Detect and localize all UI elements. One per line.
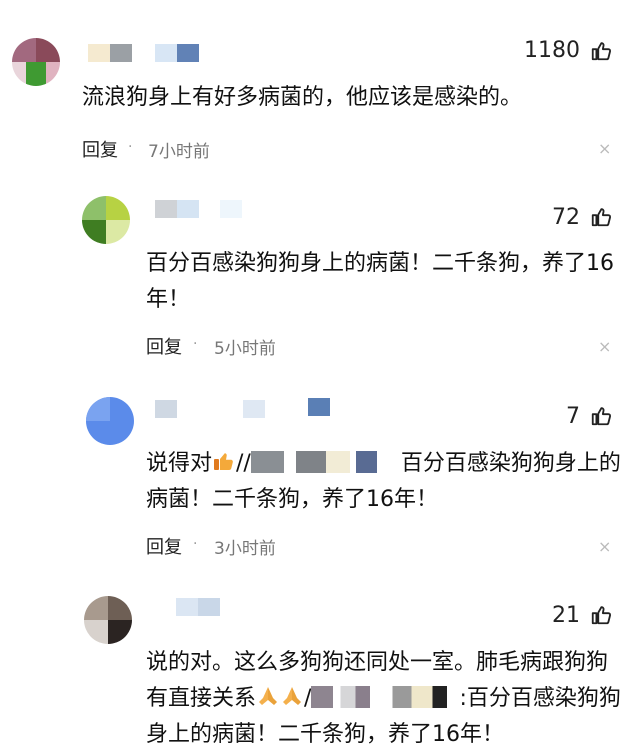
- avatar[interactable]: [82, 196, 130, 244]
- comment-text: 百分百感染狗狗身上的病菌！二千条狗，养了16年！: [146, 251, 614, 312]
- avatar[interactable]: [12, 38, 60, 86]
- timestamp: 7小时前: [148, 142, 210, 162]
- praying-hands-icon: [280, 684, 304, 708]
- comment-text: 说的对。这么多狗狗还同处一室。肺毛病跟狗狗有直接关系 /:百分百感染狗狗身上的病菌…: [146, 645, 626, 753]
- close-icon[interactable]: ×: [598, 537, 611, 556]
- avatar[interactable]: [86, 397, 134, 445]
- like-count: 7: [566, 404, 580, 429]
- comment-text-separator: //: [236, 451, 251, 476]
- separator-dot: ·: [128, 139, 133, 155]
- like-count: 1180: [524, 38, 580, 63]
- comment-text: 流浪狗身上有好多病菌的，他应该是感染的。: [82, 85, 523, 110]
- close-icon[interactable]: ×: [598, 139, 611, 158]
- thumbs-up-icon[interactable]: [590, 604, 612, 626]
- separator-dot: ·: [193, 336, 198, 352]
- reply-button[interactable]: 回复: [146, 333, 182, 359]
- separator-dot: ·: [193, 536, 198, 552]
- thumbs-up-icon[interactable]: [590, 206, 612, 228]
- username-mosaic[interactable]: [250, 451, 401, 473]
- thumbs-up-icon[interactable]: [590, 40, 612, 62]
- avatar[interactable]: [84, 596, 132, 644]
- reply-button[interactable]: 回复: [82, 136, 118, 162]
- close-icon[interactable]: ×: [598, 337, 611, 356]
- thumbs-up-emoji-icon: [212, 449, 236, 473]
- timestamp: 5小时前: [214, 339, 276, 359]
- thumbs-up-icon[interactable]: [590, 405, 612, 427]
- comment-text-prefix: 说得对: [146, 451, 213, 476]
- timestamp: 3小时前: [214, 539, 276, 559]
- username-mosaic[interactable]: [311, 686, 460, 708]
- comment-text: 说得对//百分百感染狗狗身上的病菌！二千条狗，养了16年！: [146, 446, 621, 518]
- comment-text-separator: /: [304, 686, 312, 711]
- reply-button[interactable]: 回复: [146, 533, 182, 559]
- comment-text-colon: :: [459, 686, 467, 711]
- like-count: 21: [552, 603, 580, 628]
- praying-hands-icon: [256, 684, 280, 708]
- like-count: 72: [552, 205, 580, 230]
